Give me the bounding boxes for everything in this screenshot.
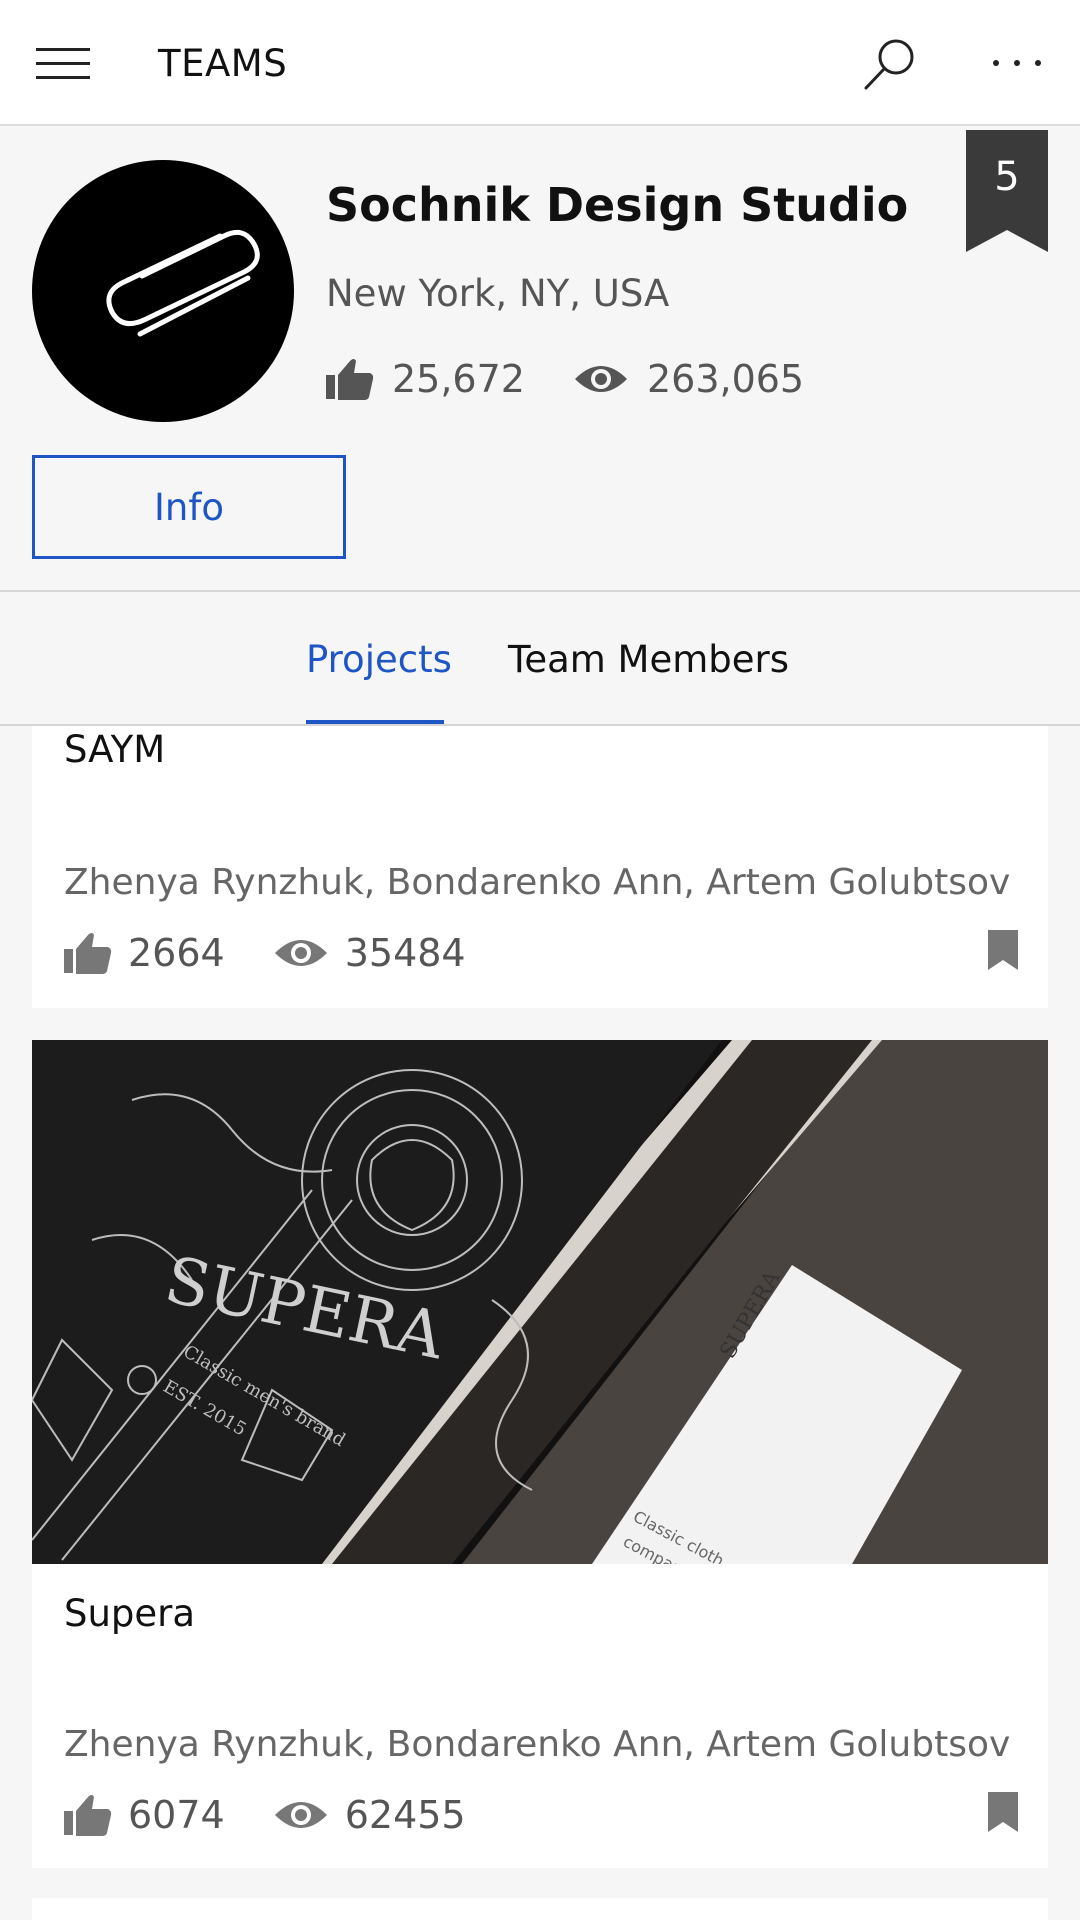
- thumbs-up-icon: [326, 359, 374, 400]
- thumbs-up-icon: [64, 933, 112, 974]
- team-name: Sochnik Design Studio: [326, 178, 909, 232]
- project-image-illustration: SUPERA Classic men's brand EST. 2015 SUP…: [32, 1040, 1048, 1564]
- bookmark-icon[interactable]: [988, 1792, 1018, 1832]
- thumbs-up-icon: [64, 1795, 112, 1836]
- active-tab-indicator: [306, 720, 444, 724]
- tab-projects[interactable]: Projects: [306, 638, 452, 681]
- rank-badge: 5: [966, 130, 1048, 252]
- team-views: 263,065: [646, 357, 805, 401]
- project-authors: Zhenya Rynzhuk, Bondarenko Ann, Artem Go…: [64, 862, 1011, 903]
- bookmark-icon[interactable]: [988, 930, 1018, 970]
- project-likes: 2664: [128, 931, 225, 975]
- info-button[interactable]: Info: [32, 455, 346, 559]
- eye-icon: [274, 940, 327, 966]
- project-card[interactable]: SAYM Zhenya Rynzhuk, Bondarenko Ann, Art…: [32, 726, 1048, 1008]
- project-stats: 6074 62455: [64, 1790, 466, 1840]
- team-header: Sochnik Design Studio New York, NY, USA …: [0, 126, 1080, 592]
- eye-icon: [574, 366, 627, 392]
- search-icon[interactable]: [862, 36, 918, 92]
- project-title: Supera: [64, 1592, 196, 1635]
- project-stats: 2664 35484: [64, 928, 466, 978]
- project-thumbnail: SUPERA Classic men's brand EST. 2015 SUP…: [32, 1040, 1048, 1564]
- rank-number: 5: [994, 154, 1020, 200]
- more-dots-icon[interactable]: [990, 54, 1044, 74]
- team-location: New York, NY, USA: [326, 272, 670, 315]
- paperclip-logo-icon: [106, 229, 260, 337]
- tab-bar: Projects Team Members: [0, 592, 1080, 726]
- hamburger-menu-icon[interactable]: [36, 48, 90, 80]
- tab-team-members[interactable]: Team Members: [508, 638, 789, 681]
- team-avatar: [32, 160, 294, 422]
- project-card[interactable]: [32, 1898, 1048, 1920]
- project-card[interactable]: SUPERA Classic men's brand EST. 2015 SUP…: [32, 1040, 1048, 1868]
- project-views: 62455: [344, 1793, 466, 1837]
- page-title: TEAMS: [158, 42, 288, 85]
- projects-list: SAYM Zhenya Rynzhuk, Bondarenko Ann, Art…: [0, 726, 1080, 1920]
- project-authors: Zhenya Rynzhuk, Bondarenko Ann, Artem Go…: [64, 1724, 1011, 1765]
- project-likes: 6074: [128, 1793, 225, 1837]
- app-bar: TEAMS: [0, 0, 1080, 126]
- team-likes: 25,672: [392, 357, 525, 401]
- project-views: 35484: [344, 931, 466, 975]
- team-stats: 25,672 263,065: [326, 356, 804, 402]
- eye-icon: [274, 1802, 327, 1828]
- project-title: SAYM: [64, 728, 166, 771]
